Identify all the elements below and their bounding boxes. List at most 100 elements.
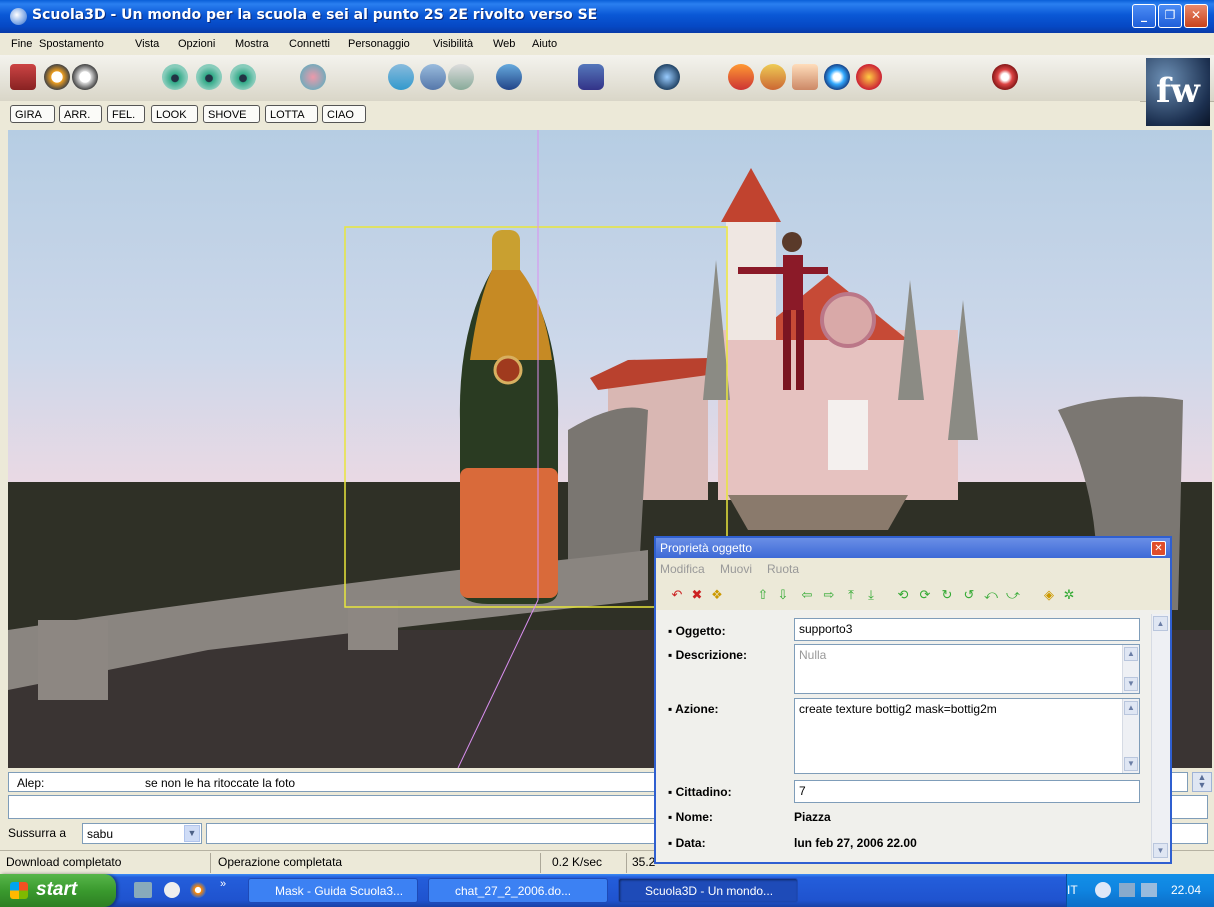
user-icon[interactable] — [388, 64, 414, 90]
tray-expand-icon[interactable] — [1095, 882, 1111, 898]
dialog-menu: Modifica Muovi Ruota — [656, 558, 1170, 580]
gesture-gira-button[interactable]: GIRA — [10, 105, 55, 123]
menu-connetti[interactable]: Connetti — [289, 38, 330, 50]
gesture-look-button[interactable]: LOOK — [151, 105, 198, 123]
azione-field[interactable]: create texture bottig2 mask=bottig2m ▲ ▼ — [794, 698, 1140, 774]
cittadino-label: ▪ Cittadino: — [668, 785, 732, 799]
bell-tower — [726, 220, 776, 340]
delete-icon[interactable]: ✖ — [690, 588, 704, 602]
status-extra: 35.2 — [632, 855, 656, 869]
object-properties-dialog: Proprietà oggetto ✕ Modifica Muovi Ruota… — [654, 536, 1172, 864]
move-down-icon[interactable]: ⇩ — [776, 588, 790, 602]
quicklaunch-media-icon[interactable] — [190, 882, 206, 898]
build-icon[interactable] — [728, 64, 754, 90]
data-label: ▪ Data: — [668, 836, 706, 850]
status-download: Download completato — [6, 855, 122, 869]
menu-mostra[interactable]: Mostra — [235, 38, 269, 50]
duplicate-icon[interactable]: ❖ — [710, 588, 724, 602]
dialog-menu-modifica[interactable]: Modifica — [660, 562, 705, 576]
whisper-target-select[interactable]: sabu ▼ — [82, 823, 202, 844]
start-button[interactable]: start — [0, 874, 116, 907]
gesture-lotta-button[interactable]: LOTTA — [265, 105, 318, 123]
cittadino-field[interactable]: 7 — [794, 780, 1140, 803]
dialog-menu-muovi[interactable]: Muovi — [720, 562, 752, 576]
gesture-bar: GIRA ARR. FEL. LOOK SHOVE LOTTA CIAO — [0, 101, 1140, 128]
browser-icon[interactable] — [654, 64, 680, 90]
back-icon[interactable] — [44, 64, 70, 90]
oggetto-field[interactable]: supporto3 — [794, 618, 1140, 641]
dialog-toolbar: ↶ ✖ ❖ ⇧ ⇩ ⇦ ⇨ ⤒ ⤓ ⟲ ⟳ ↻ ↺ ⤺ ⤻ ◈ ✲ — [656, 580, 1170, 610]
windows-logo-icon — [10, 882, 28, 899]
undo-icon[interactable]: ↶ — [670, 588, 684, 602]
language-indicator[interactable]: IT — [1067, 883, 1078, 897]
view-front-icon[interactable] — [230, 64, 256, 90]
status-speed: 0.2 K/sec — [552, 855, 603, 869]
reset-icon[interactable]: ✲ — [1062, 588, 1076, 602]
rotate-left-icon[interactable]: ⟲ — [896, 588, 910, 602]
task-mask-guida[interactable]: Mask - Guida Scuola3... — [248, 878, 418, 903]
tray-monitor-icon[interactable] — [1141, 883, 1157, 897]
people-icon[interactable] — [496, 64, 522, 90]
task-chat-doc[interactable]: chat_27_2_2006.do... — [428, 878, 608, 903]
whisper-label: Sussurra a — [8, 826, 67, 840]
tray-network-icon[interactable] — [1119, 883, 1135, 897]
window-title: Scuola3D - Un mondo per la scuola e sei … — [32, 7, 598, 23]
tilt-forward-icon[interactable]: ↻ — [940, 588, 954, 602]
menu-personaggio[interactable]: Personaggio — [348, 38, 410, 50]
stop-icon[interactable] — [992, 64, 1018, 90]
gesture-shove-button[interactable]: SHOVE — [203, 105, 260, 123]
chevron-down-icon[interactable]: ▼ — [184, 825, 200, 842]
view-behind-icon[interactable] — [196, 64, 222, 90]
menu-spostamento[interactable]: Spostamento — [39, 38, 104, 50]
descrizione-scrollbar[interactable]: ▲ ▼ — [1122, 645, 1139, 693]
quicklaunch-desktop-icon[interactable] — [134, 882, 152, 898]
rotate-icon[interactable] — [824, 64, 850, 90]
telegram-icon[interactable] — [448, 64, 474, 90]
view-first-person-icon[interactable] — [162, 64, 188, 90]
dialog-scrollbar[interactable]: ▲ ▼ — [1151, 614, 1170, 860]
rotate-right-icon[interactable]: ⟳ — [918, 588, 932, 602]
quicklaunch-panda-icon[interactable] — [164, 882, 180, 898]
menu-visibilita[interactable]: Visibilità — [433, 38, 473, 50]
chat-icon[interactable] — [578, 64, 604, 90]
avatar-icon[interactable] — [300, 64, 326, 90]
forward-icon[interactable] — [72, 64, 98, 90]
minimize-button[interactable]: _ — [1132, 4, 1156, 28]
move-left-icon[interactable]: ⇦ — [800, 588, 814, 602]
dialog-title-bar[interactable]: Proprietà oggetto ✕ — [656, 538, 1170, 558]
chat-scroll-spinner[interactable]: ▲ ▼ — [1192, 772, 1212, 792]
move-up-icon[interactable]: ⇧ — [756, 588, 770, 602]
title-bar[interactable]: Scuola3D - Un mondo per la scuola e sei … — [0, 0, 1214, 33]
roll-right-icon[interactable]: ⤻ — [1006, 588, 1020, 602]
gesture-fel-button[interactable]: FEL. — [107, 105, 145, 123]
menu-web[interactable]: Web — [493, 38, 515, 50]
move-right-icon[interactable]: ⇨ — [822, 588, 836, 602]
gesture-arr-button[interactable]: ARR. — [59, 105, 102, 123]
axis-line-diagonal — [457, 599, 539, 768]
gesture-ciao-button[interactable]: CIAO — [322, 105, 366, 123]
close-button[interactable]: ✕ — [1184, 4, 1208, 28]
dialog-close-icon[interactable]: ✕ — [1151, 541, 1166, 556]
menu-aiuto[interactable]: Aiuto — [532, 38, 557, 50]
toolbar — [0, 55, 1214, 102]
edit-icon[interactable] — [760, 64, 786, 90]
raise-icon[interactable]: ⤒ — [844, 588, 858, 602]
home-icon[interactable] — [10, 64, 36, 90]
azione-scrollbar[interactable]: ▲ ▼ — [1122, 699, 1139, 773]
descrizione-field[interactable]: Nulla ▲ ▼ — [794, 644, 1140, 694]
dialog-menu-ruota[interactable]: Ruota — [767, 562, 799, 576]
lower-icon[interactable]: ⤓ — [864, 588, 878, 602]
contacts-icon[interactable] — [420, 64, 446, 90]
roll-left-icon[interactable]: ⤺ — [984, 588, 998, 602]
menu-opzioni[interactable]: Opzioni — [178, 38, 215, 50]
maximize-button[interactable]: ❐ — [1158, 4, 1182, 28]
quicklaunch-more-icon[interactable]: » — [220, 878, 226, 890]
menu-vista[interactable]: Vista — [135, 38, 159, 50]
tilt-back-icon[interactable]: ↺ — [962, 588, 976, 602]
snap-icon[interactable]: ◈ — [1042, 588, 1056, 602]
texture-icon[interactable] — [792, 64, 818, 90]
menu-fine[interactable]: Fine — [11, 38, 32, 50]
help-icon[interactable] — [856, 64, 882, 90]
status-operation: Operazione completata — [218, 855, 343, 869]
task-scuola3d[interactable]: Scuola3D - Un mondo... — [618, 878, 798, 903]
